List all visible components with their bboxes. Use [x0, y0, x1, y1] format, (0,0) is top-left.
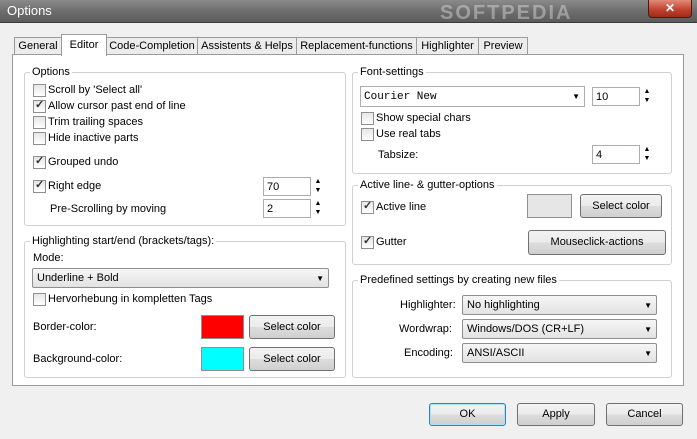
tab-replacement-functions[interactable]: Replacement-functions: [296, 37, 417, 55]
background-color-label: Background-color:: [33, 353, 123, 365]
window-title: Options: [7, 3, 52, 18]
grouped-undo-label: Grouped undo: [48, 156, 119, 168]
tab-general[interactable]: General: [14, 37, 62, 55]
border-color-label: Border-color:: [33, 321, 97, 333]
font-name-select[interactable]: Courier New ▼: [360, 86, 585, 107]
use-real-tabs-label: Use real tabs: [376, 128, 441, 140]
right-edge-spinner[interactable]: ▲ ▼: [312, 178, 324, 195]
title-bar: Options SOFTPEDIA ✕: [0, 0, 697, 24]
highlighter-select-value: No highlighting: [467, 299, 540, 311]
pre-scrolling-label: Pre-Scrolling by moving: [50, 203, 167, 215]
font-name-value: Courier New: [364, 91, 437, 103]
spin-up-icon[interactable]: ▲: [641, 88, 653, 96]
trim-trailing-label: Trim trailing spaces: [48, 116, 143, 128]
pre-scrolling-input[interactable]: 2: [263, 199, 311, 218]
tab-preview[interactable]: Preview: [478, 37, 528, 55]
active-line-color-swatch: [527, 194, 572, 218]
mode-select-value: Underline + Bold: [37, 272, 119, 284]
spin-down-icon[interactable]: ▼: [641, 155, 653, 163]
chevron-down-icon: ▼: [644, 301, 652, 310]
highlighting-group-title: Highlighting start/end (brackets/tags):: [30, 235, 217, 247]
active-line-checkbox[interactable]: [361, 199, 374, 214]
border-select-color-button[interactable]: Select color: [249, 315, 335, 339]
cancel-button[interactable]: Cancel: [606, 403, 683, 426]
chevron-down-icon: ▼: [316, 274, 324, 283]
highlighter-label: Highlighter:: [400, 299, 456, 311]
active-line-group-title: Active line- & gutter-options: [358, 179, 497, 191]
spin-up-icon[interactable]: ▲: [641, 146, 653, 154]
ok-button[interactable]: OK: [429, 403, 506, 426]
wordwrap-select-value: Windows/DOS (CR+LF): [467, 323, 585, 335]
spin-up-icon[interactable]: ▲: [312, 200, 324, 208]
font-size-spinner[interactable]: ▲ ▼: [641, 88, 653, 105]
tab-editor[interactable]: Editor: [61, 34, 107, 56]
grouped-undo-checkbox[interactable]: [33, 154, 46, 169]
tabsize-input[interactable]: 4: [592, 145, 640, 164]
spin-down-icon[interactable]: ▼: [312, 187, 324, 195]
active-line-label: Active line: [376, 201, 427, 213]
encoding-select[interactable]: ANSI/ASCII ▼: [462, 343, 657, 363]
wordwrap-select[interactable]: Windows/DOS (CR+LF) ▼: [462, 319, 657, 339]
mouseclick-actions-button[interactable]: Mouseclick-actions: [528, 230, 666, 255]
pre-scrolling-spinner[interactable]: ▲ ▼: [312, 200, 324, 217]
spin-up-icon[interactable]: ▲: [312, 178, 324, 186]
gutter-checkbox[interactable]: [361, 234, 374, 249]
tabsize-label: Tabsize:: [378, 149, 419, 161]
chevron-down-icon: ▼: [572, 92, 580, 101]
use-real-tabs-checkbox[interactable]: [361, 128, 374, 141]
highlighter-select[interactable]: No highlighting ▼: [462, 295, 657, 315]
close-icon: ✕: [664, 1, 676, 15]
border-color-swatch: [201, 315, 244, 339]
show-special-checkbox[interactable]: [361, 112, 374, 125]
chevron-down-icon: ▼: [644, 349, 652, 358]
background-color-swatch: [201, 347, 244, 371]
show-special-label: Show special chars: [376, 112, 471, 124]
allow-cursor-checkbox[interactable]: [33, 98, 46, 113]
hervorhebung-checkbox[interactable]: [33, 293, 46, 306]
wordwrap-label: Wordwrap:: [399, 323, 452, 335]
watermark: SOFTPEDIA: [440, 2, 573, 24]
right-edge-checkbox[interactable]: [33, 178, 46, 193]
allow-cursor-label: Allow cursor past end of line: [48, 100, 186, 112]
tab-highlighter[interactable]: Highlighter: [416, 37, 479, 55]
trim-trailing-checkbox[interactable]: [33, 116, 46, 129]
font-size-input[interactable]: 10: [592, 87, 640, 106]
hervorhebung-label: Hervorhebung in kompletten Tags: [48, 293, 213, 305]
predefined-settings-group-title: Predefined settings by creating new file…: [358, 274, 559, 286]
background-select-color-button[interactable]: Select color: [249, 347, 335, 371]
gutter-label: Gutter: [376, 236, 407, 248]
active-line-select-color-button[interactable]: Select color: [580, 194, 662, 218]
encoding-select-value: ANSI/ASCII: [467, 347, 525, 359]
hide-inactive-label: Hide inactive parts: [48, 132, 139, 144]
mode-label: Mode:: [33, 252, 64, 264]
chevron-down-icon: ▼: [644, 325, 652, 334]
mode-select[interactable]: Underline + Bold ▼: [32, 268, 329, 288]
scroll-select-all-label: Scroll by 'Select all': [48, 84, 143, 96]
spin-down-icon[interactable]: ▼: [641, 97, 653, 105]
tab-assistents-helps[interactable]: Assistents & Helps: [197, 37, 297, 55]
tabsize-spinner[interactable]: ▲ ▼: [641, 146, 653, 163]
spin-down-icon[interactable]: ▼: [312, 209, 324, 217]
scroll-select-all-checkbox[interactable]: [33, 84, 46, 97]
apply-button[interactable]: Apply: [517, 403, 595, 426]
tab-code-completion[interactable]: Code-Completion: [106, 37, 198, 55]
right-edge-label: Right edge: [48, 180, 102, 192]
hide-inactive-checkbox[interactable]: [33, 132, 46, 145]
encoding-label: Encoding:: [404, 347, 453, 359]
options-group-title: Options: [30, 66, 72, 78]
right-edge-input[interactable]: 70: [263, 177, 311, 196]
close-button[interactable]: ✕: [648, 0, 692, 18]
font-settings-group-title: Font-settings: [358, 66, 426, 78]
